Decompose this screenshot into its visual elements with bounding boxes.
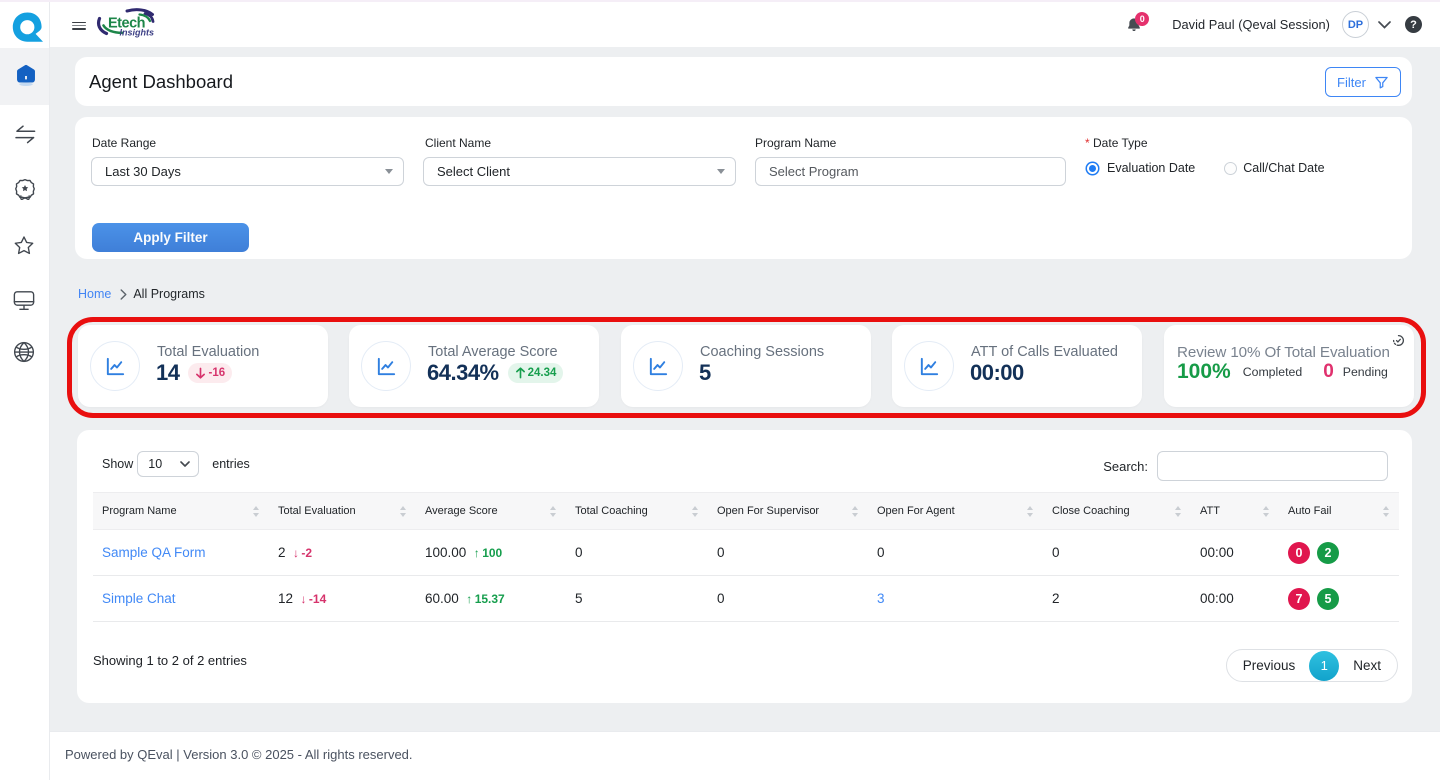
svg-text:Insights: Insights: [120, 28, 155, 38]
